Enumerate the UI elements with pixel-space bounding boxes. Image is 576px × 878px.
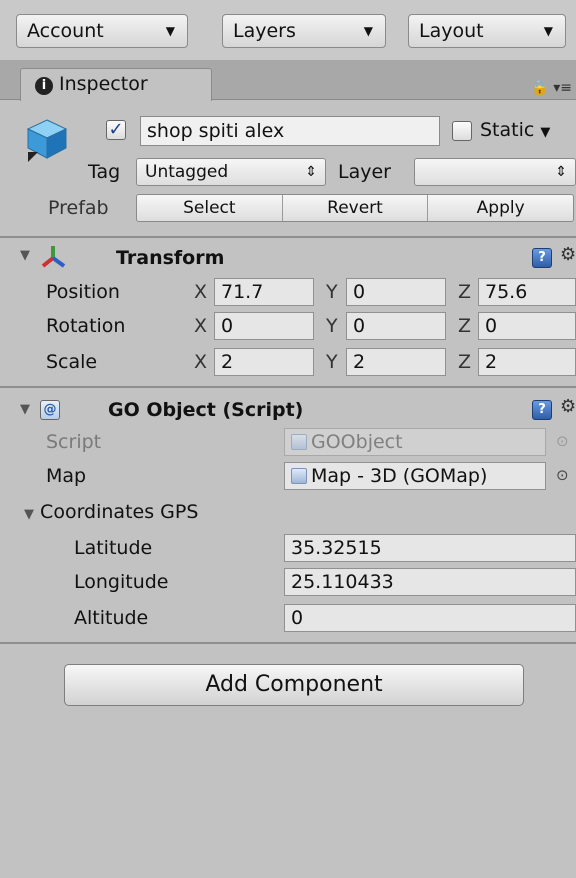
rotation-label: Rotation [46,315,126,337]
chevron-down-icon: ▼ [363,24,373,38]
script-file-icon [291,434,307,450]
account-dropdown[interactable]: Account ▼ [16,14,188,48]
prefab-buttons: Select Revert Apply [136,194,574,222]
gameobject-cube-icon [26,119,68,162]
tab-inspector-label: Inspector [59,73,148,95]
foldout-arrow-icon[interactable]: ▼ [20,402,30,417]
help-icon[interactable]: ? [532,248,552,268]
script-field: GOObject [284,428,546,456]
map-value: Map - 3D (GOMap) [311,465,488,487]
axis-z-label: Z [458,351,472,373]
longitude-input[interactable]: 25.110433 [284,568,576,596]
rotation-z-input[interactable]: 0 [478,312,576,340]
tab-inspector[interactable]: i Inspector [20,68,212,101]
coordinates-foldout[interactable]: ▼ Coordinates GPS [24,498,198,529]
layer-label: Layer [338,161,391,183]
foldout-arrow-icon: ▼ [24,507,34,522]
map-object-field[interactable]: Map - 3D (GOMap) [284,462,546,490]
altitude-input[interactable]: 0 [284,604,576,632]
prefab-apply-button[interactable]: Apply [428,195,573,221]
axis-z-label: Z [458,281,472,303]
position-z-input[interactable]: 75.6 [478,278,576,306]
help-icon[interactable]: ? [532,400,552,420]
chevron-down-icon: ▼ [543,24,553,38]
position-x-input[interactable]: 71.7 [214,278,314,306]
divider [0,386,576,388]
gear-icon[interactable]: ⚙ [560,396,576,417]
tag-value: Untagged [145,162,229,182]
select-arrows-icon: ⇕ [305,164,317,180]
chevron-down-icon[interactable]: ▼ [540,125,550,140]
goobject-title: GO Object (Script) [108,399,304,421]
script-value: GOObject [311,431,403,453]
prefab-revert-button[interactable]: Revert [283,195,429,221]
altitude-label: Altitude [74,607,149,629]
coordinates-label: Coordinates GPS [40,501,199,523]
layer-dropdown[interactable]: ⇕ [414,158,576,186]
axis-x-label: X [194,281,208,303]
divider [0,236,576,238]
layers-label: Layers [233,20,296,42]
layout-label: Layout [419,20,484,42]
static-checkbox[interactable]: ✓ [452,121,472,141]
account-label: Account [27,20,104,42]
axis-y-label: Y [326,315,338,337]
scale-z-input[interactable]: 2 [478,348,576,376]
layers-dropdown[interactable]: Layers ▼ [222,14,386,48]
tag-dropdown[interactable]: Untagged ⇕ [136,158,326,186]
axis-y-label: Y [326,351,338,373]
static-label-text: Static [480,119,535,141]
transform-title: Transform [116,247,225,269]
longitude-label: Longitude [74,571,169,593]
rotation-y-input[interactable]: 0 [346,312,446,340]
static-label: Static ▼ [480,116,550,147]
rotation-x-input[interactable]: 0 [214,312,314,340]
gameobject-icon [291,468,307,484]
scale-y-input[interactable]: 2 [346,348,446,376]
prefab-select-button[interactable]: Select [137,195,283,221]
layout-dropdown[interactable]: Layout ▼ [408,14,566,48]
script-enabled-checkbox[interactable]: @ [40,400,60,420]
select-arrows-icon: ⇕ [555,164,567,180]
lock-menu-icon[interactable]: 🔒 ▾≡ [531,80,572,96]
top-toolbar: Account ▼ Layers ▼ Layout ▼ [0,0,576,60]
tab-bar: i Inspector 🔒 ▾≡ [0,60,576,101]
map-label: Map [46,465,87,487]
axis-x-label: X [194,351,208,373]
latitude-label: Latitude [74,537,153,559]
prefab-label: Prefab [48,197,109,219]
tag-label: Tag [88,161,121,183]
latitude-input[interactable]: 35.32515 [284,534,576,562]
gameobject-name-input[interactable]: shop spiti alex [140,116,440,146]
axis-z-label: Z [458,315,472,337]
axis-x-label: X [194,315,208,337]
gear-icon[interactable]: ⚙ [560,244,576,265]
chevron-down-icon: ▼ [165,24,175,38]
object-picker-icon: ⊙ [556,432,569,450]
script-label: Script [46,431,102,453]
scale-label: Scale [46,351,98,373]
info-icon: i [35,77,53,95]
scale-x-input[interactable]: 2 [214,348,314,376]
add-component-button[interactable]: Add Component [64,664,524,706]
axis-y-label: Y [326,281,338,303]
active-checkbox[interactable]: ✓ [106,120,126,140]
foldout-arrow-icon[interactable]: ▼ [20,248,30,263]
object-picker-icon[interactable]: ⊙ [556,466,569,484]
position-y-input[interactable]: 0 [346,278,446,306]
position-label: Position [46,281,120,303]
divider [0,642,576,644]
transform-axes-icon [41,246,66,268]
